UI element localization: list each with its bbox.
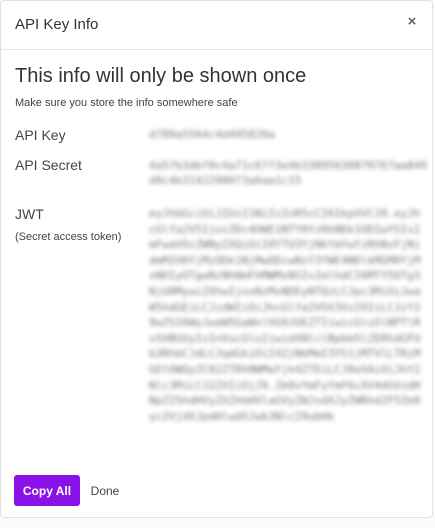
close-icon[interactable]: × (404, 13, 420, 31)
subline: Make sure you store the info somewhere s… (15, 97, 238, 109)
api-secret-label: API Secret (15, 157, 82, 173)
jwt-label: JWT (15, 206, 44, 222)
copy-all-button[interactable]: Copy All (14, 475, 80, 506)
api-secret-value: 4a57b3dbf0c4a71c67f3e4b33895630870767aa8… (149, 159, 428, 187)
jwt-sublabel: (Secret access token) (15, 231, 122, 243)
api-key-value: d789a5564c4d495820a (149, 128, 275, 141)
dialog-header: API Key Info × (1, 1, 432, 50)
api-key-info-dialog: API Key Info × This info will only be sh… (0, 0, 433, 518)
api-key-label: API Key (15, 127, 66, 143)
jwt-value: eyJhbGciOiJIUzI1NiIsInR5cCI6IkpXVCJ9.eyJ… (149, 207, 421, 423)
done-button[interactable]: Done (85, 475, 125, 506)
headline: This info will only be shown once (15, 65, 307, 87)
dialog-title: API Key Info (15, 16, 99, 33)
